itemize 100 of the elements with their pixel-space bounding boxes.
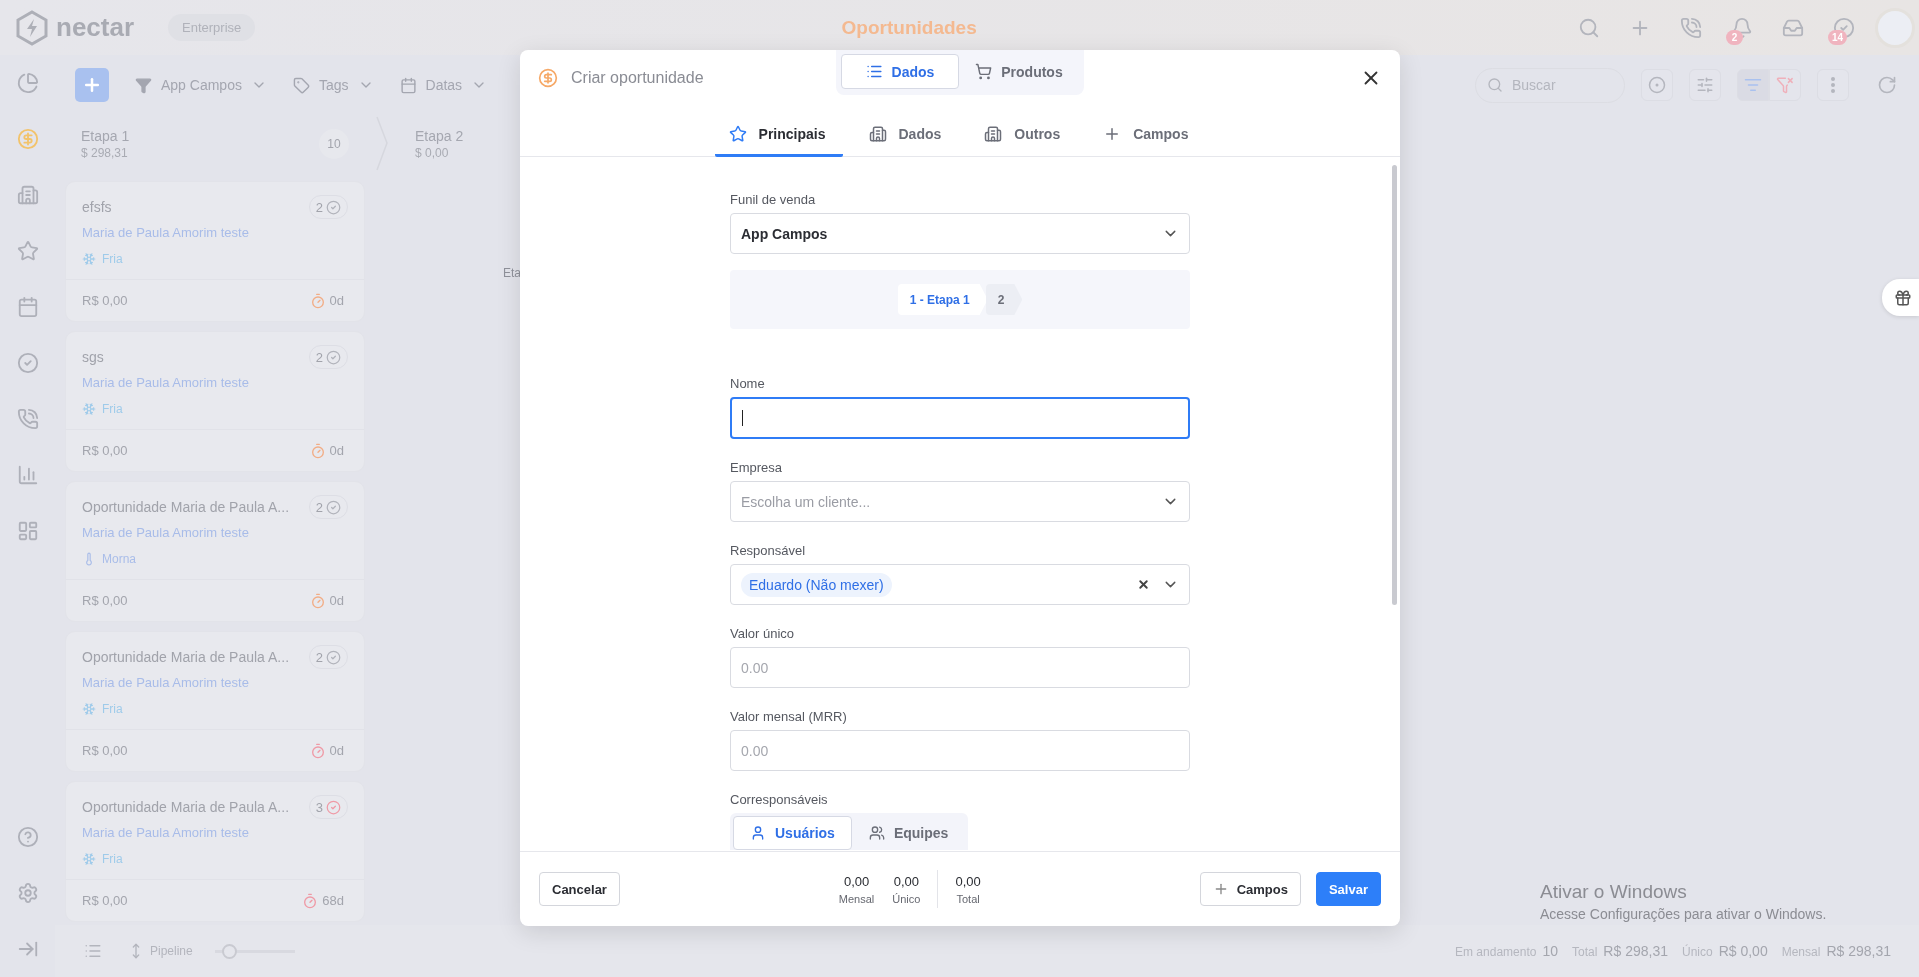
deal-card[interactable]: Oportunidade Maria de Paula A... 2 Maria de Paula Amorim teste Fria R$ 0,00 0d <box>65 631 365 772</box>
deal-age: 68d <box>322 893 344 908</box>
snowflake-icon <box>82 252 96 266</box>
building-icon <box>984 124 1003 143</box>
stage-step[interactable]: 2 <box>985 284 1023 315</box>
user-icon <box>750 825 766 841</box>
cart-icon <box>975 63 993 80</box>
search-icon[interactable] <box>1577 16 1600 39</box>
add-button[interactable] <box>75 68 109 102</box>
donut-icon <box>1648 76 1666 94</box>
text-input[interactable] <box>730 397 1190 439</box>
select-field[interactable]: Eduardo (Não mexer) <box>730 564 1190 605</box>
deal-value: R$ 0,00 <box>82 443 128 458</box>
phone-icon[interactable] <box>1679 16 1702 39</box>
more-button[interactable] <box>1817 69 1849 101</box>
deal-title: Oportunidade Maria de Paula A... <box>82 649 290 665</box>
search-icon <box>1487 76 1503 93</box>
help-icon[interactable] <box>16 826 39 848</box>
total-value: 0,00 <box>843 873 870 889</box>
save-button[interactable]: Salvar <box>1315 872 1381 906</box>
view-tab[interactable]: Dados <box>841 54 959 89</box>
deal-value: R$ 0,00 <box>82 293 128 308</box>
column-amount: $ 0,00 <box>415 145 450 160</box>
bar-chart-icon[interactable] <box>16 464 39 486</box>
stat-value: 10 <box>1542 943 1558 959</box>
deal-age: 0d <box>329 443 344 458</box>
chart-button[interactable] <box>1641 69 1673 101</box>
check-circle-icon[interactable] <box>16 352 39 374</box>
stat-value: R$ 0,00 <box>1718 943 1768 959</box>
deal-title: efsfs <box>82 199 112 215</box>
field-label: Funil de venda <box>730 191 817 209</box>
building-icon[interactable] <box>16 184 39 206</box>
logo-text: nectar <box>56 12 135 43</box>
temperature-label: Fria <box>102 252 123 266</box>
deal-age: 0d <box>329 593 344 608</box>
column-count: 10 <box>319 128 349 159</box>
calendar-icon[interactable] <box>16 296 39 318</box>
cancel-button[interactable]: Cancelar <box>539 872 620 906</box>
field-label: Corresponsáveis <box>730 791 829 809</box>
segment-tab[interactable]: Usuários <box>733 816 852 850</box>
stat-value: R$ 298,31 <box>1826 943 1891 959</box>
tab[interactable]: Dados <box>854 113 959 157</box>
star-icon[interactable] <box>16 240 39 262</box>
deal-card[interactable]: Oportunidade Maria de Paula A... 2 Maria de Paula Amorim teste Morna R$ 0,00 0d <box>65 481 365 622</box>
filter-dropdown[interactable]: App Campos <box>135 76 267 94</box>
column-title: Etapa 1 <box>81 127 131 144</box>
tab[interactable]: Principais <box>714 113 843 157</box>
total-value: 0,00 <box>893 873 919 889</box>
check-circle-icon[interactable] <box>1832 16 1855 39</box>
stage-step[interactable]: 1 - Etapa 1 <box>897 284 988 315</box>
tab[interactable]: Campos <box>1089 113 1206 157</box>
count-badge: 14 <box>1828 29 1848 45</box>
view-tab[interactable]: Produtos <box>959 54 1079 89</box>
deal-card[interactable]: sgs 2 Maria de Paula Amorim teste Fria R$ 0,00 0d <box>65 331 365 472</box>
select-field[interactable]: App Campos <box>730 213 1190 254</box>
clear-filter-button[interactable] <box>1769 69 1801 101</box>
settings-sliders-button[interactable] <box>1689 69 1721 101</box>
deal-title: Oportunidade Maria de Paula A... <box>82 499 290 515</box>
deal-age: 0d <box>329 293 344 308</box>
task-count: 2 <box>315 199 323 215</box>
select-field[interactable]: Escolha um cliente... <box>730 481 1190 522</box>
dollar-icon <box>538 68 558 88</box>
total-label: Único <box>892 892 921 905</box>
settings-icon[interactable] <box>16 882 39 904</box>
sliders-icon <box>1696 76 1714 94</box>
deal-value: R$ 0,00 <box>82 593 128 608</box>
task-count: 3 <box>315 799 323 815</box>
user-tag: Eduardo (Não mexer) <box>741 572 892 597</box>
total-value: 0,00 <box>955 873 981 889</box>
page-title: Oportunidades <box>840 16 978 39</box>
filter-icon <box>1744 76 1762 94</box>
filter-button[interactable] <box>1737 69 1769 101</box>
calendar-icon <box>399 76 417 94</box>
temperature-label: Fria <box>102 402 123 416</box>
tab[interactable]: Outros <box>970 113 1078 157</box>
phone-icon[interactable] <box>16 408 39 430</box>
filter-dropdown[interactable]: Datas <box>399 76 488 94</box>
list-icon[interactable] <box>84 942 102 960</box>
gift-button[interactable] <box>1882 279 1919 316</box>
total-label: Mensal <box>838 892 875 905</box>
task-count: 2 <box>315 499 323 515</box>
dollar-icon[interactable] <box>16 128 39 150</box>
snowflake-icon <box>82 702 96 716</box>
refresh-icon[interactable] <box>1877 75 1897 95</box>
deal-card[interactable]: efsfs 2 Maria de Paula Amorim teste Fria R$ 0,00 0d <box>65 181 365 322</box>
slider-thumb[interactable] <box>222 943 238 959</box>
clear-icon[interactable] <box>1137 578 1150 591</box>
activation-title: Ativar o Windows <box>1540 881 1688 903</box>
scrollbar[interactable] <box>1392 165 1397 605</box>
star-icon <box>728 124 747 143</box>
segment-tab[interactable]: Equipes <box>851 816 966 850</box>
temperature-label: Morna <box>102 552 136 566</box>
field-label: Valor único <box>730 625 796 643</box>
count-badge: 2 <box>1726 29 1743 45</box>
dashboard-icon[interactable] <box>16 520 39 542</box>
filter-dropdown[interactable]: Tags <box>292 76 374 94</box>
pie-chart-icon[interactable] <box>16 72 39 94</box>
deal-value: R$ 0,00 <box>82 743 128 758</box>
deal-card[interactable]: Oportunidade Maria de Paula A... 3 Maria de Paula Amorim teste Fria R$ 0,00 68d <box>65 781 365 922</box>
add-fields-button[interactable]: Campos <box>1199 872 1301 906</box>
